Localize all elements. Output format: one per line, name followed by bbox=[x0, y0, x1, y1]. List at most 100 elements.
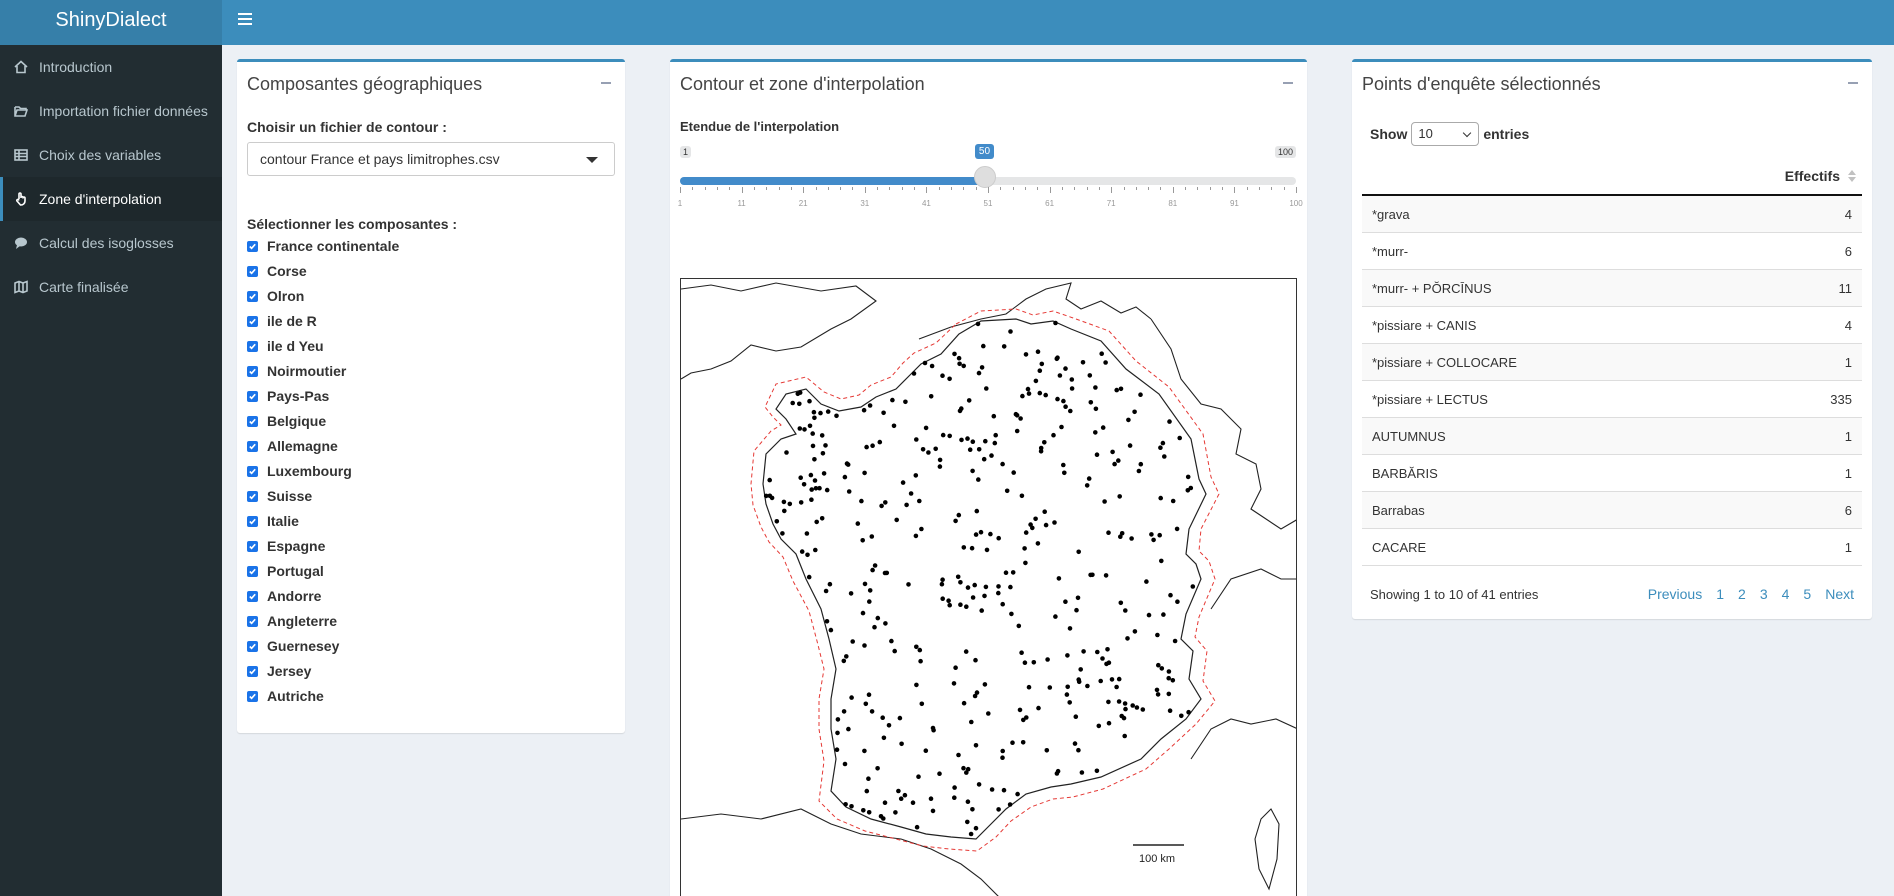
slider-min-label: 1 bbox=[680, 146, 692, 158]
checkbox-checked-icon[interactable] bbox=[247, 515, 258, 527]
checkbox-checked-icon[interactable] bbox=[247, 615, 258, 627]
sidebar-item-introduction[interactable]: Introduction bbox=[0, 45, 222, 89]
survey-point bbox=[784, 450, 789, 455]
table-row[interactable]: *murr- + PŎRCĪNUS 11 bbox=[1362, 270, 1862, 307]
checkbox-checked-icon[interactable] bbox=[247, 240, 258, 252]
component-checkbox-row[interactable]: Italie bbox=[247, 513, 299, 529]
slider-tick bbox=[741, 187, 743, 193]
interpolation-slider-handle[interactable] bbox=[973, 166, 996, 188]
pagination-page-3[interactable]: 3 bbox=[1760, 586, 1768, 602]
component-checkbox-row[interactable]: Angleterre bbox=[247, 613, 337, 629]
slider-minor-tick bbox=[1148, 187, 1150, 190]
checkbox-checked-icon[interactable] bbox=[247, 640, 258, 652]
checkbox-checked-icon[interactable] bbox=[247, 490, 258, 502]
checkbox-checked-icon[interactable] bbox=[247, 390, 258, 402]
survey-point bbox=[1076, 677, 1081, 682]
checkbox-checked-icon[interactable] bbox=[247, 365, 258, 377]
component-checkbox-row[interactable]: Andorre bbox=[247, 588, 321, 604]
table-row[interactable]: BARBĂRIS 1 bbox=[1362, 455, 1862, 492]
survey-point bbox=[850, 639, 855, 644]
survey-point bbox=[975, 321, 981, 327]
checkbox-checked-icon[interactable] bbox=[247, 540, 258, 552]
checkbox-checked-icon[interactable] bbox=[247, 690, 258, 702]
survey-point bbox=[968, 831, 974, 837]
component-checkbox-row[interactable]: Espagne bbox=[247, 538, 325, 554]
survey-point bbox=[819, 516, 825, 521]
component-checkbox-row[interactable]: Suisse bbox=[247, 488, 312, 504]
checkbox-checked-icon[interactable] bbox=[247, 340, 258, 352]
sidebar-toggle-icon[interactable] bbox=[238, 13, 252, 27]
survey-point bbox=[1106, 530, 1111, 535]
checkbox-checked-icon[interactable] bbox=[247, 265, 258, 277]
app-logo[interactable]: ShinyDialect bbox=[0, 0, 222, 45]
column-header-effectifs[interactable]: Effectifs bbox=[1362, 158, 1862, 196]
survey-point bbox=[843, 802, 848, 807]
survey-point bbox=[841, 709, 847, 714]
component-checkbox-row[interactable]: Pays-Pas bbox=[247, 388, 329, 404]
checkbox-checked-icon[interactable] bbox=[247, 465, 258, 477]
component-checkbox-row[interactable]: Noirmoutier bbox=[247, 363, 346, 379]
component-checkbox-row[interactable]: Portugal bbox=[247, 563, 324, 579]
pagination-page-4[interactable]: 4 bbox=[1782, 586, 1790, 602]
pagination-page-5[interactable]: 5 bbox=[1803, 586, 1811, 602]
contour-file-select[interactable]: contour France et pays limitrophes.csv bbox=[247, 142, 615, 176]
sidebar-item-choix-variables[interactable]: Choix des variables bbox=[0, 133, 222, 177]
component-checkbox-row[interactable]: France continentale bbox=[247, 238, 399, 254]
survey-point bbox=[1038, 449, 1044, 454]
survey-point bbox=[988, 531, 993, 537]
collapse-icon[interactable] bbox=[601, 82, 611, 84]
survey-point bbox=[875, 615, 881, 621]
component-checkbox-row[interactable]: Luxembourg bbox=[247, 463, 352, 479]
collapse-icon[interactable] bbox=[1283, 82, 1293, 84]
entries-length-select[interactable]: 10 bbox=[1411, 122, 1480, 146]
survey-point bbox=[929, 363, 935, 369]
table-row[interactable]: *pissiare + LECTUS 335 bbox=[1362, 381, 1862, 418]
survey-point bbox=[889, 638, 894, 644]
survey-point bbox=[1116, 699, 1122, 704]
pagination-page-1[interactable]: 1 bbox=[1716, 586, 1724, 602]
survey-point bbox=[1162, 454, 1167, 459]
table-row[interactable]: Barrabas 6 bbox=[1362, 492, 1862, 529]
survey-point bbox=[914, 437, 919, 442]
survey-point bbox=[1073, 714, 1079, 719]
survey-point bbox=[790, 400, 795, 406]
survey-point bbox=[1138, 392, 1143, 397]
survey-point bbox=[904, 502, 909, 508]
slider-minor-tick bbox=[1197, 187, 1199, 190]
table-row[interactable]: AUTUMNUS 1 bbox=[1362, 418, 1862, 455]
table-row[interactable]: CACARE 1 bbox=[1362, 529, 1862, 566]
table-row[interactable]: *grava 4 bbox=[1362, 196, 1862, 233]
component-checkbox-row[interactable]: Corse bbox=[247, 263, 307, 279]
pagination-page-2[interactable]: 2 bbox=[1738, 586, 1746, 602]
component-checkbox-row[interactable]: Belgique bbox=[247, 413, 326, 429]
checkbox-checked-icon[interactable] bbox=[247, 665, 258, 677]
table-row[interactable]: *pissiare + CANIS 4 bbox=[1362, 307, 1862, 344]
component-checkbox-row[interactable]: Allemagne bbox=[247, 438, 338, 454]
sidebar-item-carte-finalisee[interactable]: Carte finalisée bbox=[0, 265, 222, 309]
survey-point bbox=[862, 470, 867, 476]
pagination-next[interactable]: Next bbox=[1825, 586, 1854, 602]
checkbox-checked-icon[interactable] bbox=[247, 565, 258, 577]
survey-point bbox=[864, 788, 870, 794]
sidebar-item-calcul-isoglosses[interactable]: Calcul des isoglosses bbox=[0, 221, 222, 265]
component-checkbox-row[interactable]: Jersey bbox=[247, 663, 311, 679]
sidebar-item-zone-interpolation[interactable]: Zone d'interpolation bbox=[0, 177, 222, 221]
table-row[interactable]: *murr- 6 bbox=[1362, 233, 1862, 270]
slider-minor-tick bbox=[753, 187, 755, 190]
collapse-icon[interactable] bbox=[1848, 82, 1858, 84]
table-row[interactable]: *pissiare + COLLOCARE 1 bbox=[1362, 344, 1862, 381]
component-checkbox-row[interactable]: ile de R bbox=[247, 313, 317, 329]
component-checkbox-row[interactable]: Olron bbox=[247, 288, 304, 304]
checkbox-checked-icon[interactable] bbox=[247, 290, 258, 302]
checkbox-checked-icon[interactable] bbox=[247, 440, 258, 452]
component-checkbox-row[interactable]: ile d Yeu bbox=[247, 338, 324, 354]
sidebar-item-importation[interactable]: Importation fichier données bbox=[0, 89, 222, 133]
checkbox-checked-icon[interactable] bbox=[247, 415, 258, 427]
survey-point bbox=[965, 819, 970, 825]
survey-point bbox=[903, 399, 908, 405]
component-checkbox-row[interactable]: Autriche bbox=[247, 688, 324, 704]
pagination-previous[interactable]: Previous bbox=[1648, 586, 1702, 602]
checkbox-checked-icon[interactable] bbox=[247, 315, 258, 327]
checkbox-checked-icon[interactable] bbox=[247, 590, 258, 602]
component-checkbox-row[interactable]: Guernesey bbox=[247, 638, 339, 654]
